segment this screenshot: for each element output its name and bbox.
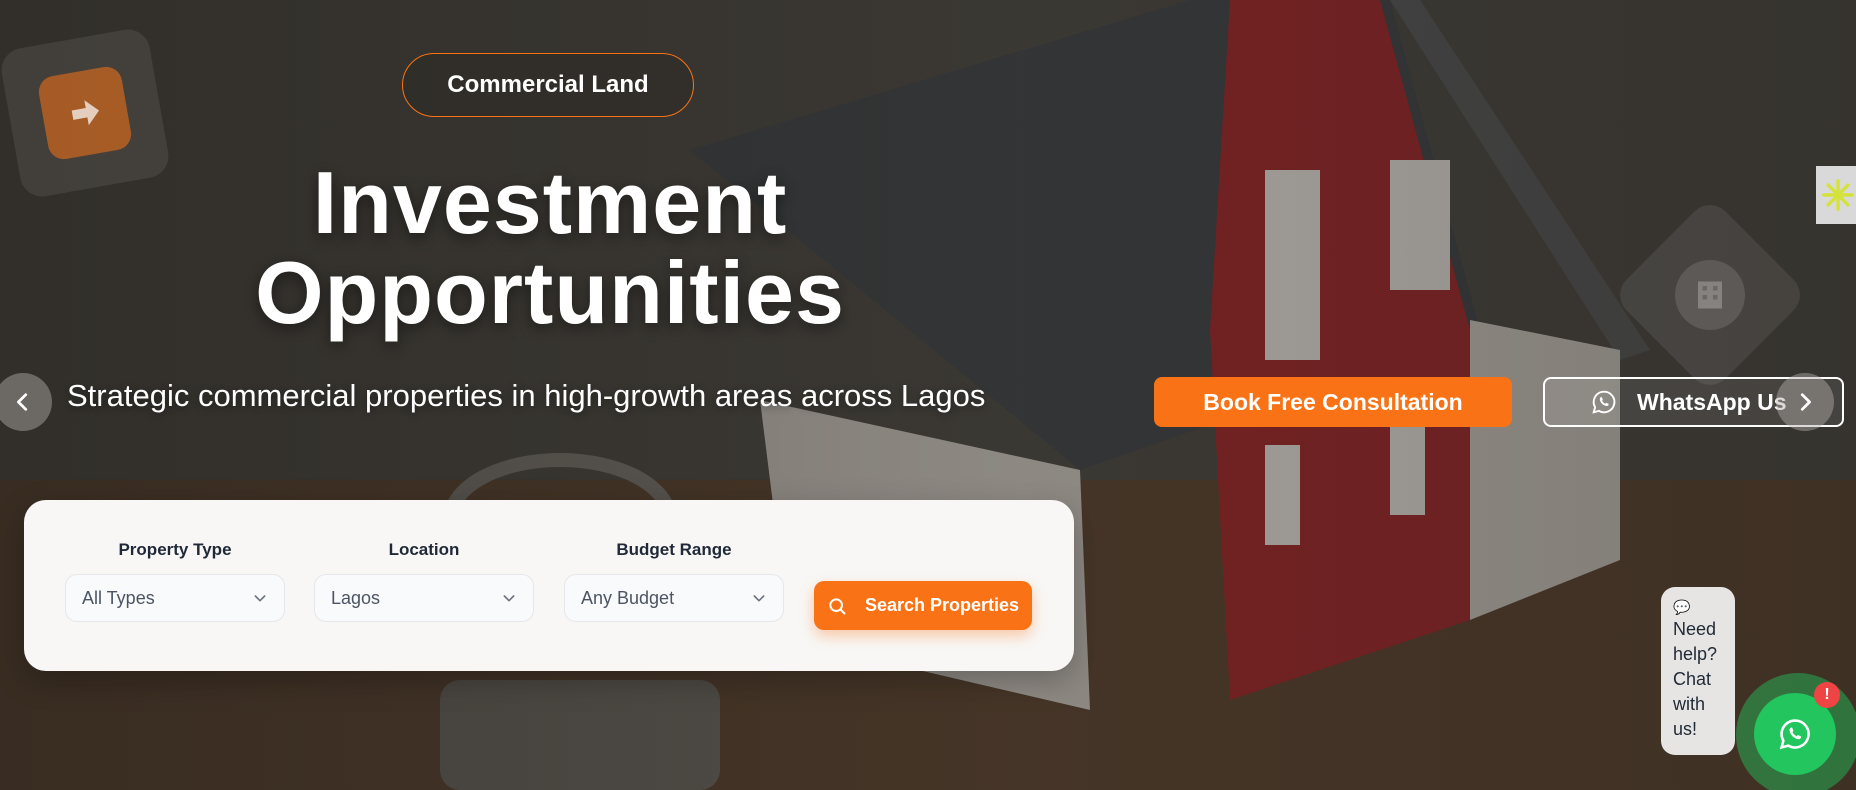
headline-line-1: Investment bbox=[312, 153, 788, 252]
location-select[interactable]: Lagos bbox=[314, 574, 534, 622]
category-badge: Commercial Land bbox=[402, 53, 694, 117]
book-consultation-button[interactable]: Book Free Consultation bbox=[1154, 377, 1512, 427]
page-title: Investment Opportunities bbox=[160, 158, 940, 338]
floating-arrow-tile bbox=[0, 26, 172, 200]
property-type-value: All Types bbox=[82, 587, 155, 608]
notification-badge: ! bbox=[1814, 682, 1840, 708]
headline-line-2: Opportunities bbox=[255, 243, 845, 342]
chat-help-bubble[interactable]: 💬 Need help? Chat with us! bbox=[1661, 587, 1735, 755]
property-type-label: Property Type bbox=[118, 540, 232, 559]
whatsapp-icon bbox=[1591, 389, 1617, 415]
chevron-down-icon bbox=[753, 595, 765, 602]
property-type-field: Property Type All Types bbox=[65, 540, 285, 622]
whatsapp-icon bbox=[1779, 719, 1810, 750]
budget-range-field: Budget Range Any Budget bbox=[564, 540, 784, 622]
hero-section: Commercial Land Investment Opportunities… bbox=[0, 0, 1856, 790]
chevron-down-icon bbox=[254, 595, 266, 602]
property-type-select[interactable]: All Types bbox=[65, 574, 285, 622]
chat-bubble-icon: 💬 bbox=[1673, 599, 1691, 615]
chevron-right-icon bbox=[1800, 393, 1811, 411]
search-icon bbox=[827, 596, 847, 616]
carousel-next-button[interactable] bbox=[1776, 373, 1834, 431]
arrow-right-icon bbox=[71, 100, 100, 126]
property-search-form: Property Type All Types Location Lagos B… bbox=[24, 500, 1074, 671]
chevron-left-icon bbox=[17, 393, 28, 411]
chevron-down-icon bbox=[503, 595, 515, 602]
location-value: Lagos bbox=[331, 587, 381, 608]
sparkle-icon bbox=[1822, 179, 1854, 211]
search-button-label: Search Properties bbox=[864, 595, 1020, 615]
location-label: Location bbox=[388, 540, 460, 559]
building-icon bbox=[1698, 281, 1722, 309]
search-properties-button[interactable]: Search Properties bbox=[814, 581, 1032, 630]
hero-subtitle: Strategic commercial properties in high-… bbox=[67, 378, 986, 413]
location-field: Location Lagos bbox=[314, 540, 534, 622]
side-widget-tab[interactable] bbox=[1816, 166, 1856, 224]
whatsapp-button-label: WhatsApp Us bbox=[1637, 388, 1787, 415]
budget-range-value: Any Budget bbox=[581, 587, 675, 608]
budget-range-select[interactable]: Any Budget bbox=[564, 574, 784, 622]
chat-help-text: Need help? Chat with us! bbox=[1673, 619, 1718, 739]
budget-range-label: Budget Range bbox=[616, 540, 732, 559]
